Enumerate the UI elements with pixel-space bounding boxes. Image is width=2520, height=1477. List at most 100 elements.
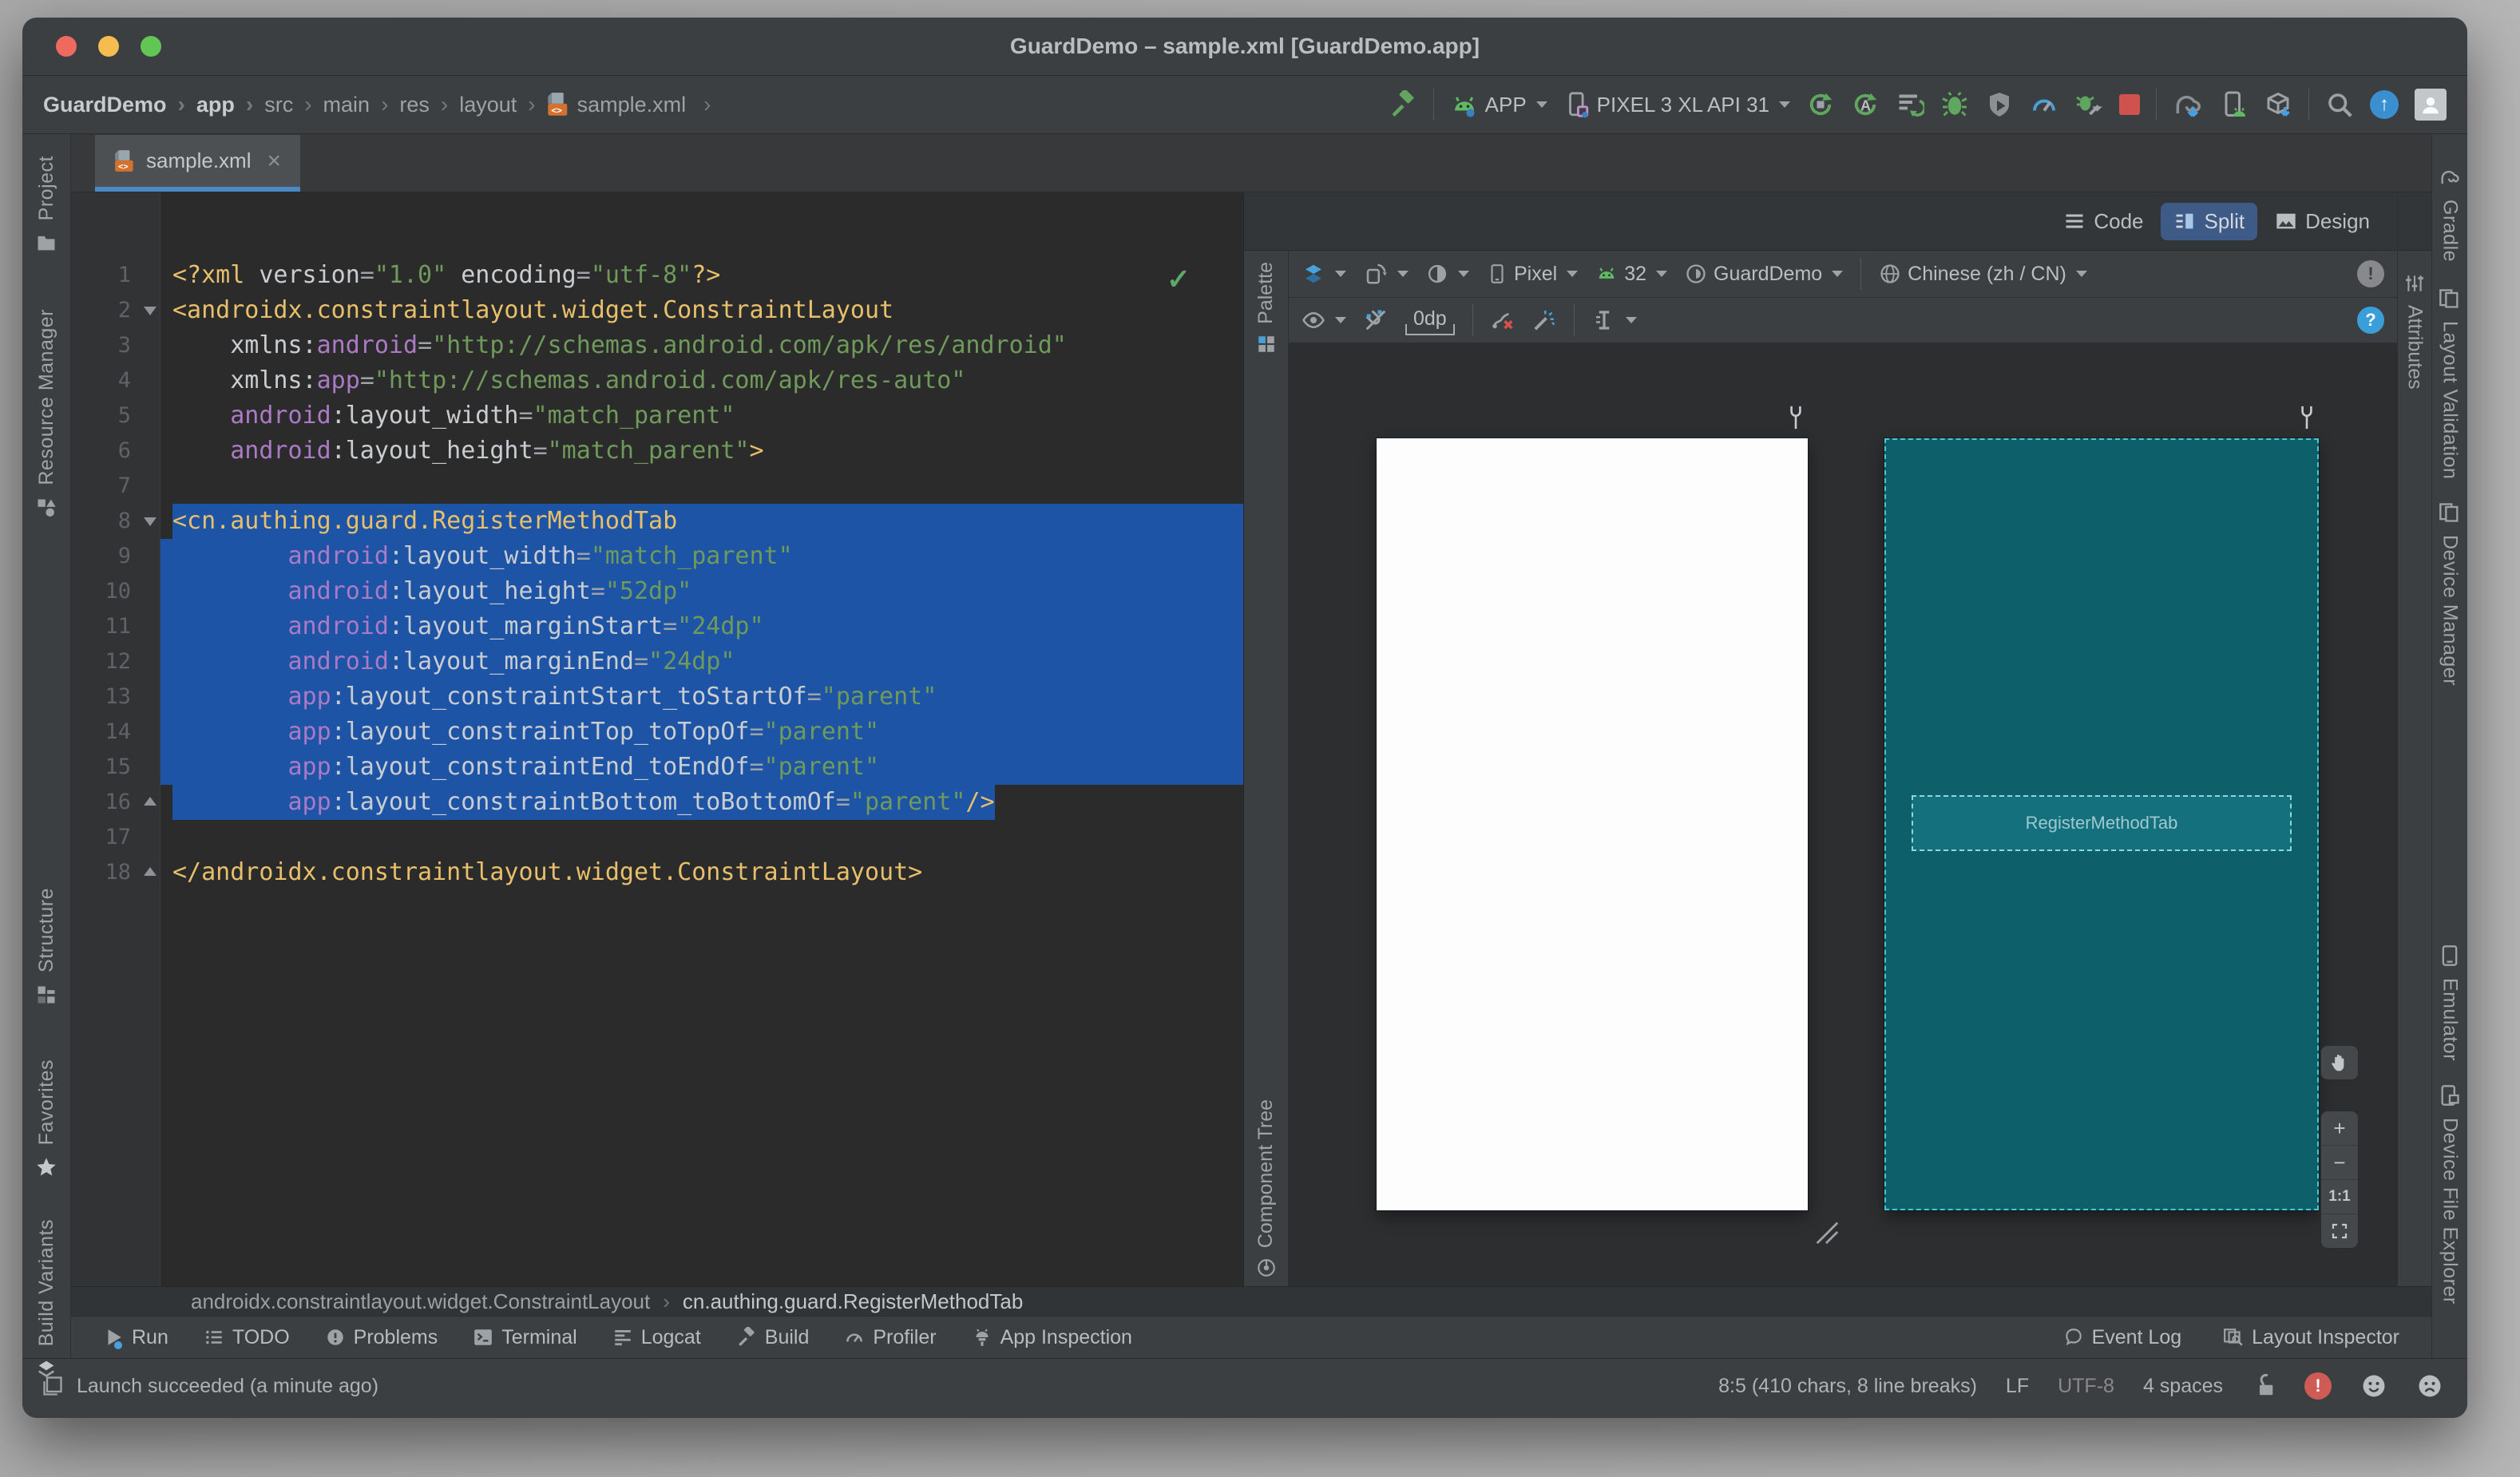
breadcrumb-file[interactable]: <> sample.xml bbox=[547, 92, 723, 117]
xml-breadcrumb-parent[interactable]: androidx.constraintlayout.widget.Constra… bbox=[191, 1289, 650, 1314]
render-issues-badge[interactable]: ! bbox=[2357, 260, 2384, 287]
design-surface[interactable]: RegisterMethodTab + − 1:1 bbox=[1289, 343, 2397, 1286]
indent-setting[interactable]: 4 spaces bbox=[2143, 1375, 2223, 1398]
infer-constraints-button[interactable] bbox=[1532, 308, 1556, 332]
editor-gutter[interactable]: 1 2 3 4 5 6 7 8 9 10 11 12 13 14 15 16 17 18 bbox=[71, 192, 160, 1286]
breadcrumb-app[interactable]: app bbox=[196, 92, 264, 117]
toolwindow-terminal[interactable]: Terminal bbox=[473, 1326, 577, 1349]
caret-position[interactable]: 8:5 (410 chars, 8 line breaks) bbox=[1718, 1375, 1977, 1398]
code-editor[interactable]: 1 2 3 4 5 6 7 8 9 10 11 12 13 14 15 16 17 18 <?xml versio… bbox=[71, 192, 1243, 1286]
code-line[interactable]: android:layout_height="52dp" bbox=[160, 574, 1243, 609]
line-number[interactable]: 17 bbox=[71, 820, 160, 855]
view-options-button[interactable] bbox=[1302, 308, 1346, 332]
breadcrumb-main[interactable]: main bbox=[323, 92, 400, 117]
line-separator[interactable]: LF bbox=[2006, 1375, 2029, 1398]
line-number[interactable]: 14 bbox=[71, 715, 160, 750]
help-badge[interactable]: ? bbox=[2357, 307, 2384, 334]
minimize-window-button[interactable] bbox=[98, 36, 119, 57]
fold-start-icon[interactable] bbox=[144, 307, 157, 315]
maximize-window-button[interactable] bbox=[141, 36, 161, 57]
close-tab-icon[interactable]: × bbox=[267, 148, 281, 175]
line-number[interactable]: 13 bbox=[71, 679, 160, 715]
resize-handle[interactable] bbox=[1813, 1218, 1840, 1245]
tab-attributes[interactable]: Attributes bbox=[2398, 251, 2431, 1286]
toolwindow-event-log[interactable]: Event Log bbox=[2063, 1326, 2181, 1349]
line-number[interactable]: 9 bbox=[71, 539, 160, 574]
line-number[interactable]: 1 bbox=[71, 258, 160, 293]
device-for-preview-select[interactable]: Pixel bbox=[1487, 263, 1579, 286]
device-select[interactable]: PIXEL 3 XL API 31 bbox=[1563, 91, 1790, 118]
code-lines[interactable]: <?xml version="1.0" encoding="utf-8"?> <a… bbox=[160, 192, 1243, 1286]
code-line[interactable]: android:layout_marginStart="24dp" bbox=[160, 609, 1243, 644]
surface-type-select[interactable] bbox=[1302, 262, 1346, 286]
zoom-to-fit-button[interactable] bbox=[2321, 1214, 2358, 1248]
theme-select[interactable]: GuardDemo bbox=[1685, 263, 1844, 286]
pan-button[interactable] bbox=[2321, 1046, 2358, 1079]
fold-start-icon[interactable] bbox=[144, 517, 157, 526]
attach-debugger-button[interactable] bbox=[1985, 90, 2014, 119]
line-number[interactable]: 16 bbox=[71, 785, 160, 820]
inspection-ok-icon[interactable]: ✓ bbox=[1167, 263, 1191, 296]
line-number[interactable]: 15 bbox=[71, 750, 160, 785]
line-number[interactable]: 18 bbox=[71, 855, 160, 890]
fold-end-icon[interactable] bbox=[144, 797, 157, 806]
code-line[interactable]: app:layout_constraintTop_toTopOf="parent… bbox=[160, 715, 1243, 750]
zoom-out-button[interactable]: − bbox=[2321, 1145, 2358, 1179]
line-number[interactable]: 10 bbox=[71, 574, 160, 609]
toolwindow-app-inspection[interactable]: App Inspection bbox=[972, 1326, 1132, 1349]
code-line[interactable]: xmlns:app="http://schemas.android.com/ap… bbox=[160, 363, 1243, 398]
code-line[interactable]: android:layout_width="match_parent" bbox=[160, 398, 1243, 434]
sidebar-item-favorites[interactable]: Favorites bbox=[22, 1059, 70, 1178]
autoconnect-toggle[interactable] bbox=[1364, 308, 1388, 332]
palette-tab[interactable]: Palette bbox=[1254, 262, 1278, 354]
run-button[interactable] bbox=[1806, 90, 1835, 119]
pack-align-button[interactable] bbox=[1592, 308, 1637, 332]
toolwindow-problems[interactable]: Problems bbox=[325, 1326, 438, 1349]
device-manager-button[interactable] bbox=[2219, 90, 2248, 119]
sdk-manager-button[interactable] bbox=[2264, 90, 2292, 119]
sidebar-item-gradle[interactable]: Gradle bbox=[2432, 166, 2467, 262]
code-line[interactable]: android:layout_width="match_parent" bbox=[160, 539, 1243, 574]
sidebar-item-device-manager[interactable]: Device Manager bbox=[2432, 501, 2467, 686]
sidebar-item-emulator[interactable]: Emulator bbox=[2432, 944, 2467, 1061]
code-line[interactable]: xmlns:android="http://schemas.android.co… bbox=[160, 328, 1243, 363]
line-number[interactable]: 4 bbox=[71, 363, 160, 398]
code-line[interactable] bbox=[160, 820, 1243, 855]
toolwindow-todo[interactable]: TODO bbox=[204, 1326, 290, 1349]
sidebar-item-device-file-explorer[interactable]: Device File Explorer bbox=[2432, 1084, 2467, 1305]
design-view-device[interactable] bbox=[1377, 438, 1808, 1210]
breadcrumb-res[interactable]: res bbox=[399, 92, 459, 117]
zoom-in-button[interactable]: + bbox=[2321, 1111, 2358, 1145]
close-window-button[interactable] bbox=[56, 36, 77, 57]
code-line[interactable]: <cn.authing.guard.RegisterMethodTab bbox=[160, 504, 1243, 539]
code-line[interactable]: <?xml version="1.0" encoding="utf-8"?> bbox=[160, 258, 1243, 293]
breadcrumb-layout[interactable]: layout bbox=[459, 92, 546, 117]
blueprint-view-device[interactable]: RegisterMethodTab bbox=[1884, 438, 2319, 1210]
toolwindow-logcat[interactable]: Logcat bbox=[612, 1326, 701, 1349]
line-number[interactable]: 2 bbox=[71, 293, 160, 328]
line-number[interactable]: 12 bbox=[71, 644, 160, 679]
tab-sample-xml[interactable]: <> sample.xml × bbox=[95, 135, 301, 192]
sidebar-item-structure[interactable]: Structure bbox=[22, 888, 70, 1006]
code-line[interactable]: <androidx.constraintlayout.widget.Constr… bbox=[160, 293, 1243, 328]
register-method-tab-widget[interactable]: RegisterMethodTab bbox=[1912, 795, 2292, 851]
line-number[interactable]: 5 bbox=[71, 398, 160, 434]
run-config-select[interactable]: APP bbox=[1450, 90, 1547, 119]
breadcrumb-src[interactable]: src bbox=[264, 92, 323, 117]
mode-split-button[interactable]: Split bbox=[2161, 202, 2258, 240]
orientation-select[interactable] bbox=[1364, 262, 1409, 286]
code-line[interactable]: app:layout_constraintBottom_toBottomOf="… bbox=[160, 785, 1243, 820]
happy-face-icon[interactable] bbox=[2360, 1372, 2387, 1400]
sad-face-icon[interactable] bbox=[2416, 1372, 2443, 1400]
apply-code-changes-button[interactable] bbox=[1896, 90, 1924, 119]
zoom-actual-button[interactable]: 1:1 bbox=[2321, 1179, 2358, 1214]
api-version-select[interactable]: 32 bbox=[1595, 263, 1667, 286]
toolwindow-build[interactable]: Build bbox=[736, 1326, 809, 1349]
toolwindow-profiler[interactable]: Profiler bbox=[844, 1326, 937, 1349]
line-number[interactable]: 11 bbox=[71, 609, 160, 644]
sidebar-item-resource-manager[interactable]: Resource Manager bbox=[22, 309, 70, 519]
sidebar-item-project[interactable]: Project bbox=[22, 156, 70, 254]
unlock-icon[interactable] bbox=[2252, 1374, 2276, 1398]
breadcrumb-project[interactable]: GuardDemo bbox=[43, 92, 196, 117]
toolwindow-run[interactable]: Run bbox=[103, 1326, 168, 1349]
